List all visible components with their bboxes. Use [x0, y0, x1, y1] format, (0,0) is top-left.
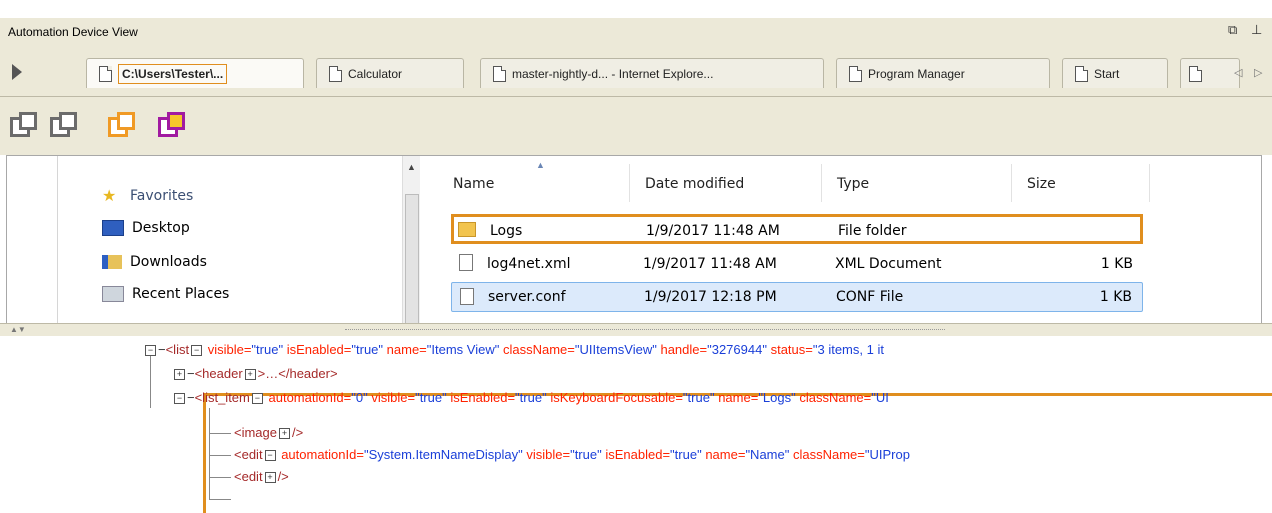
splitter-grip — [345, 329, 945, 331]
column-separator — [821, 164, 822, 202]
pane-splitter[interactable]: ▲▼ — [0, 323, 1272, 337]
collapse-icon[interactable]: − — [174, 393, 185, 405]
file-list: ▲ Name Date modified Type Size Logs 1/9/… — [421, 156, 1251, 323]
tree-node-edit[interactable]: <edit +/> — [234, 468, 289, 486]
collapse-icon[interactable]: − — [191, 345, 203, 357]
tab-program-manager[interactable]: Program Manager — [836, 58, 1050, 88]
navigation-pane: ★ Favorites Desktop Downloads Recent Pla… — [57, 156, 428, 323]
tab-internet-explorer[interactable]: master-nightly-d... - Internet Explore..… — [480, 58, 824, 88]
document-icon — [1189, 65, 1202, 82]
downloads-icon — [102, 255, 122, 269]
column-header-size[interactable]: Size — [1027, 176, 1056, 192]
column-separator — [629, 164, 630, 202]
tab-prev-icon[interactable]: ◁ — [1234, 66, 1242, 79]
tab-start[interactable]: Start — [1062, 58, 1168, 88]
document-icon — [99, 65, 112, 82]
file-type: XML Document — [835, 256, 942, 272]
nav-label: Recent Places — [132, 286, 230, 302]
file-name: Logs — [490, 223, 523, 239]
file-type: File folder — [838, 223, 907, 239]
expand-icon[interactable]: + — [174, 369, 185, 381]
document-icon — [849, 65, 862, 82]
nav-label: Favorites — [130, 188, 194, 204]
tree-node-header[interactable]: + −<header + >…</header> — [172, 365, 338, 383]
tab-overflow[interactable] — [1180, 58, 1240, 88]
nav-label: Desktop — [132, 220, 190, 236]
tree-node-list-item[interactable]: − −<list_item − automationId="0" visible="… — [172, 389, 889, 407]
tab-label: Start — [1094, 66, 1120, 81]
window-gray-icon[interactable] — [10, 111, 37, 137]
scroll-up-icon[interactable]: ▲ — [407, 162, 416, 172]
column-header-name[interactable]: Name — [453, 176, 494, 192]
document-icon — [1075, 65, 1088, 82]
nav-item-recent-places[interactable]: Recent Places — [102, 286, 229, 302]
file-size: 1 KB — [1100, 256, 1133, 272]
conf-file-icon — [460, 288, 474, 305]
collapse-icon[interactable]: − — [251, 393, 263, 405]
file-name: server.conf — [488, 289, 566, 305]
window-title: Automation Device View — [8, 25, 138, 39]
document-icon — [329, 65, 342, 82]
window-gray-icon[interactable] — [50, 111, 77, 137]
toolbar — [0, 97, 1272, 155]
tab-explorer[interactable]: C:\Users\Tester\... — [86, 58, 304, 88]
nav-item-downloads[interactable]: Downloads — [102, 254, 207, 270]
nav-item-desktop[interactable]: Desktop — [102, 220, 190, 236]
tab-bar: C:\Users\Tester\... Calculator master-ni… — [0, 44, 1272, 97]
star-icon: ★ — [102, 186, 117, 205]
expand-icon[interactable]: + — [264, 472, 276, 484]
automation-tree: − −<list − visible="true" isEnabled="true"… — [0, 336, 1272, 513]
collapse-icon[interactable]: − — [145, 345, 156, 357]
xml-file-icon — [459, 254, 473, 271]
splitter-arrows-icon[interactable]: ▲▼ — [10, 325, 26, 334]
window-orange-icon[interactable] — [108, 111, 135, 137]
file-type: CONF File — [836, 289, 904, 305]
column-header-type[interactable]: Type — [837, 176, 869, 192]
top-strip — [0, 0, 1272, 19]
collapse-icon[interactable]: − — [264, 450, 276, 462]
pin-icon[interactable]: ⊥ — [1251, 22, 1262, 38]
window-purple-icon[interactable] — [158, 111, 185, 137]
scroll-thumb[interactable] — [405, 194, 419, 325]
tab-calculator[interactable]: Calculator — [316, 58, 464, 88]
folder-icon — [458, 222, 476, 237]
nav-label: Downloads — [130, 254, 207, 270]
file-row-server-conf[interactable]: server.conf 1/9/2017 12:18 PM CONF File … — [451, 282, 1143, 312]
tab-label: Calculator — [348, 66, 403, 81]
nav-item-favorites[interactable]: ★ Favorites — [102, 186, 194, 205]
sort-ascending-icon: ▲ — [536, 160, 545, 170]
desktop-icon — [102, 220, 124, 236]
tree-node-image[interactable]: <image +/> — [234, 424, 303, 442]
file-date: 1/9/2017 12:18 PM — [644, 289, 777, 305]
tab-label: Program Manager — [868, 66, 965, 81]
column-separator — [1149, 164, 1150, 202]
explorer-preview: ★ Favorites Desktop Downloads Recent Pla… — [6, 155, 1262, 325]
tree-node-edit-name[interactable]: <edit − automationId="System.ItemNameDisp… — [234, 446, 910, 464]
expand-icon[interactable]: + — [244, 369, 256, 381]
file-row-log4net[interactable]: log4net.xml 1/9/2017 11:48 AM XML Docume… — [451, 250, 1143, 280]
column-header-date[interactable]: Date modified — [645, 176, 744, 192]
title-bar: Automation Device View ⧉ ⊥ — [0, 18, 1272, 45]
file-date: 1/9/2017 11:48 AM — [646, 223, 780, 239]
tab-scroll-left-icon[interactable] — [12, 64, 22, 80]
document-icon — [493, 65, 506, 82]
expand-icon[interactable]: + — [279, 428, 290, 440]
file-size: 1 KB — [1099, 289, 1132, 305]
file-date: 1/9/2017 11:48 AM — [643, 256, 777, 272]
tab-next-icon[interactable]: ▷ — [1254, 66, 1262, 79]
file-row-logs[interactable]: Logs 1/9/2017 11:48 AM File folder — [451, 214, 1143, 244]
file-name: log4net.xml — [487, 256, 571, 272]
recent-places-icon — [102, 286, 124, 302]
tab-label: master-nightly-d... - Internet Explore..… — [512, 66, 714, 81]
tree-node-list[interactable]: − −<list − visible="true" isEnabled="true"… — [143, 341, 884, 359]
nav-scrollbar[interactable]: ▲ — [402, 156, 420, 325]
tab-label: C:\Users\Tester\... — [118, 63, 228, 84]
restore-icon[interactable]: ⧉ — [1228, 22, 1237, 38]
column-separator — [1011, 164, 1012, 202]
